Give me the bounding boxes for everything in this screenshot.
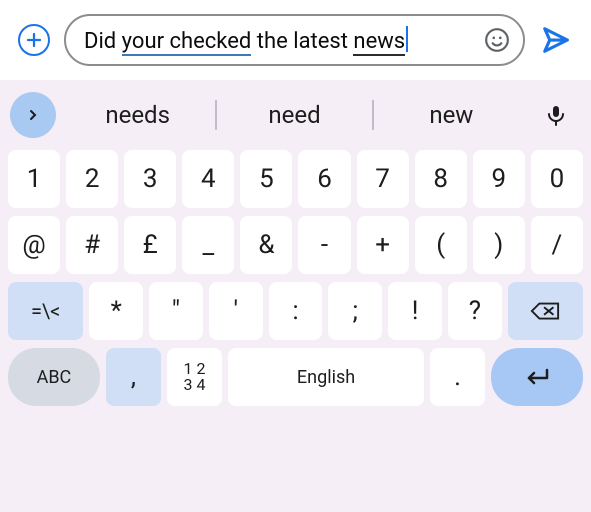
- key-9[interactable]: 9: [473, 150, 525, 208]
- key-rparen[interactable]: ): [473, 216, 525, 274]
- message-input[interactable]: Did your checked the latest news: [64, 14, 525, 66]
- key-colon[interactable]: :: [269, 282, 323, 340]
- backspace-key[interactable]: [508, 282, 583, 340]
- voice-input-button[interactable]: [533, 92, 579, 138]
- key-5[interactable]: 5: [240, 150, 292, 208]
- key-8[interactable]: 8: [415, 150, 467, 208]
- numpad-label: 1 23 4: [184, 361, 206, 393]
- key-semicolon[interactable]: ;: [328, 282, 382, 340]
- key-7[interactable]: 7: [357, 150, 409, 208]
- key-exclaim[interactable]: !: [388, 282, 442, 340]
- key-2[interactable]: 2: [66, 150, 118, 208]
- spacebar[interactable]: English: [228, 348, 424, 406]
- key-slash[interactable]: /: [531, 216, 583, 274]
- more-symbols-key[interactable]: =\<: [8, 282, 83, 340]
- key-minus[interactable]: -: [298, 216, 350, 274]
- on-screen-keyboard: needs need new 1 2 3 4 5 6 7 8 9 0 @ #: [0, 80, 591, 512]
- key-lparen[interactable]: (: [415, 216, 467, 274]
- numpad-key[interactable]: 1 23 4: [167, 348, 222, 406]
- message-input-text: Did your checked the latest news: [84, 26, 473, 54]
- key-dquote[interactable]: ": [149, 282, 203, 340]
- key-0[interactable]: 0: [531, 150, 583, 208]
- key-at[interactable]: @: [8, 216, 60, 274]
- key-ampersand[interactable]: &: [240, 216, 292, 274]
- key-hash[interactable]: #: [66, 216, 118, 274]
- suggestion-2[interactable]: need: [217, 91, 372, 139]
- suggestion-3[interactable]: new: [374, 91, 529, 139]
- add-attachment-button[interactable]: [18, 24, 50, 56]
- key-squote[interactable]: ': [209, 282, 263, 340]
- key-plus[interactable]: +: [357, 216, 409, 274]
- key-6[interactable]: 6: [298, 150, 350, 208]
- enter-key[interactable]: [491, 348, 583, 406]
- text-cursor: [406, 26, 408, 52]
- divider: [215, 100, 217, 130]
- key-3[interactable]: 3: [124, 150, 176, 208]
- abc-mode-key[interactable]: ABC: [8, 348, 100, 406]
- key-1[interactable]: 1: [8, 150, 60, 208]
- key-question[interactable]: ?: [448, 282, 502, 340]
- key-asterisk[interactable]: *: [89, 282, 143, 340]
- divider: [372, 100, 374, 130]
- emoji-button[interactable]: [483, 26, 511, 54]
- expand-toolbar-button[interactable]: [10, 92, 56, 138]
- key-period[interactable]: .: [430, 348, 485, 406]
- key-comma[interactable]: ,: [106, 348, 161, 406]
- key-pound[interactable]: £: [124, 216, 176, 274]
- send-button[interactable]: [539, 23, 573, 57]
- key-underscore[interactable]: _: [182, 216, 234, 274]
- key-4[interactable]: 4: [182, 150, 234, 208]
- suggestion-1[interactable]: needs: [60, 91, 215, 139]
